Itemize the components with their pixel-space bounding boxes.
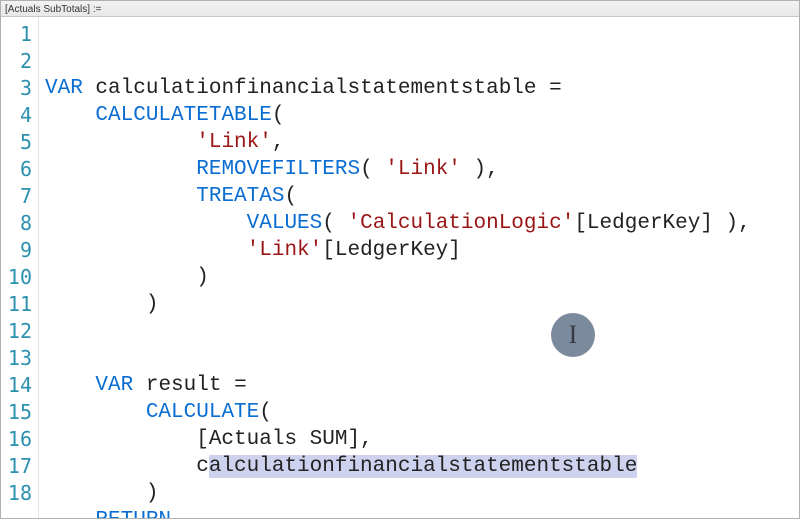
- code-line[interactable]: REMOVEFILTERS( 'Link' ),: [45, 156, 799, 183]
- line-number: 16: [1, 426, 38, 453]
- line-number: 4: [1, 102, 38, 129]
- code-line[interactable]: [45, 318, 799, 345]
- line-number: 6: [1, 156, 38, 183]
- code-line[interactable]: [45, 345, 799, 372]
- line-number: 7: [1, 183, 38, 210]
- code-line[interactable]: RETURN: [45, 507, 799, 518]
- line-number: 14: [1, 372, 38, 399]
- code-line[interactable]: ): [45, 264, 799, 291]
- line-number: 3: [1, 75, 38, 102]
- line-number: 11: [1, 291, 38, 318]
- code-line[interactable]: 'Link'[LedgerKey]: [45, 237, 799, 264]
- line-number: 2: [1, 48, 38, 75]
- code-line[interactable]: CALCULATETABLE(: [45, 102, 799, 129]
- line-number: 8: [1, 210, 38, 237]
- line-number: 9: [1, 237, 38, 264]
- line-number: 15: [1, 399, 38, 426]
- editor-window: [Actuals SubTotals] := 12345678910111213…: [0, 0, 800, 519]
- code-line[interactable]: calculationfinancialstatementstable: [45, 453, 799, 480]
- line-number: 18: [1, 480, 38, 507]
- code-line[interactable]: ): [45, 480, 799, 507]
- line-number: 13: [1, 345, 38, 372]
- code-line[interactable]: [Actuals SUM],: [45, 426, 799, 453]
- code-line[interactable]: VALUES( 'CalculationLogic'[LedgerKey] ),: [45, 210, 799, 237]
- code-line[interactable]: CALCULATE(: [45, 399, 799, 426]
- line-number: 10: [1, 264, 38, 291]
- code-line[interactable]: VAR result =: [45, 372, 799, 399]
- title-text: [Actuals SubTotals] :=: [5, 4, 101, 15]
- line-number-gutter: 123456789101112131415161718: [1, 17, 39, 518]
- window-titlebar: [Actuals SubTotals] :=: [1, 1, 799, 17]
- code-line[interactable]: TREATAS(: [45, 183, 799, 210]
- code-area[interactable]: VAR calculationfinancialstatementstable …: [39, 17, 799, 518]
- line-number: 17: [1, 453, 38, 480]
- line-number: 5: [1, 129, 38, 156]
- code-line[interactable]: 'Link',: [45, 129, 799, 156]
- line-number: 1: [1, 21, 38, 48]
- code-editor[interactable]: 123456789101112131415161718 VAR calculat…: [1, 17, 799, 518]
- code-line[interactable]: VAR calculationfinancialstatementstable …: [45, 75, 799, 102]
- code-line[interactable]: ): [45, 291, 799, 318]
- line-number: 12: [1, 318, 38, 345]
